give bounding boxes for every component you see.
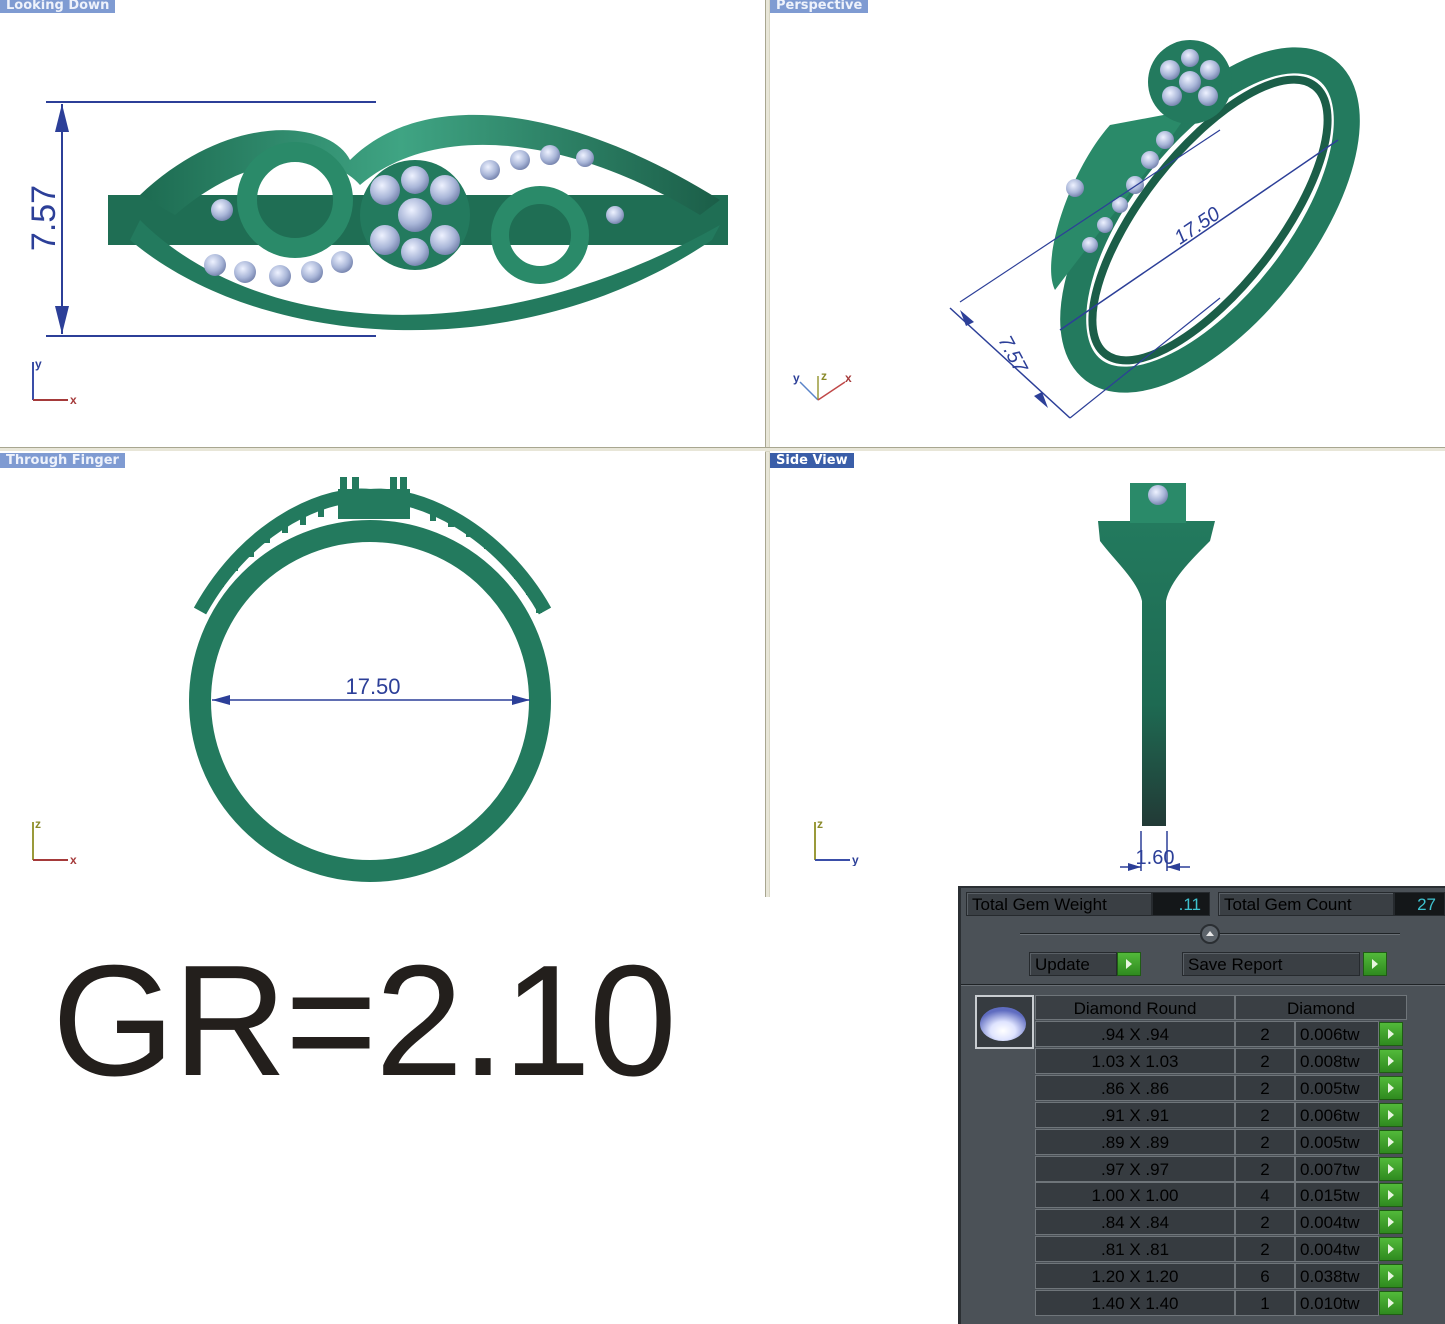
- viewport-looking-down[interactable]: Looking Down 7.57 y x: [0, 0, 765, 447]
- update-label[interactable]: Update: [1029, 952, 1117, 976]
- row-go-button[interactable]: [1379, 1156, 1403, 1181]
- gem-size: .94 X .94: [1035, 1021, 1235, 1047]
- row-go-button[interactable]: [1379, 1264, 1403, 1289]
- row-go-button[interactable]: [1379, 1102, 1403, 1127]
- svg-text:x: x: [70, 853, 77, 866]
- gem-weight: 0.006tw: [1295, 1021, 1379, 1047]
- row-go-button[interactable]: [1379, 1129, 1403, 1154]
- gem-count: 2: [1235, 1074, 1295, 1101]
- total-gem-count-label: Total Gem Count: [1218, 892, 1394, 916]
- gem-count: 2: [1235, 1209, 1295, 1236]
- total-gem-weight-label: Total Gem Weight: [966, 892, 1152, 916]
- svg-text:z: z: [817, 817, 823, 831]
- gem-count: 6: [1235, 1263, 1295, 1290]
- gem-count: 2: [1235, 1155, 1295, 1182]
- row-go-button[interactable]: [1379, 1237, 1403, 1262]
- dimension-label-length: 17.50: [1170, 203, 1224, 249]
- gem-size: .91 X .91: [1035, 1101, 1235, 1128]
- row-go-button[interactable]: [1379, 1048, 1403, 1073]
- gem-weight: 0.015tw: [1295, 1182, 1379, 1209]
- gr-label: GR=2.10: [52, 933, 677, 1109]
- panel-separator: [961, 984, 1445, 986]
- gem-count: 2: [1235, 1236, 1295, 1263]
- total-gem-weight-value: .11: [1152, 892, 1210, 916]
- gem-weight: 0.005tw: [1295, 1074, 1379, 1101]
- row-go-button[interactable]: [1379, 1022, 1403, 1046]
- viewport-through-finger[interactable]: Through Finger 17.50 z x: [0, 451, 765, 897]
- round-diamond-icon[interactable]: [975, 995, 1034, 1049]
- gem-count: 2: [1235, 1047, 1295, 1074]
- update-button[interactable]: [1117, 952, 1141, 976]
- axis-indicator: y z x: [790, 366, 852, 416]
- dimension-label: 17.50: [345, 674, 400, 699]
- gem-weight: 0.006tw: [1295, 1101, 1379, 1128]
- gem-size: 1.40 X 1.40: [1035, 1290, 1235, 1316]
- svg-text:z: z: [821, 369, 827, 383]
- svg-text:y: y: [35, 357, 42, 371]
- svg-text:x: x: [70, 393, 77, 406]
- gem-weight: 0.005tw: [1295, 1128, 1379, 1155]
- gem-weight: 0.004tw: [1295, 1209, 1379, 1236]
- viewport-side-view[interactable]: Side View 1.60 z y: [770, 451, 1445, 897]
- column-header-stone: Diamond: [1235, 995, 1407, 1020]
- gem-size: 1.20 X 1.20: [1035, 1263, 1235, 1290]
- dimension-label: 7.57: [25, 185, 63, 251]
- gem-size: .81 X .81: [1035, 1236, 1235, 1263]
- save-report-label[interactable]: Save Report: [1182, 952, 1360, 976]
- gem-count: 2: [1235, 1128, 1295, 1155]
- gem-size: 1.03 X 1.03: [1035, 1047, 1235, 1074]
- dimension-label: 1.60: [1136, 847, 1175, 869]
- gem-count: 4: [1235, 1182, 1295, 1209]
- svg-text:y: y: [852, 853, 859, 866]
- ring-side-view: 1.60: [1098, 483, 1215, 871]
- ring-perspective-view: 17.50 7.57: [949, 40, 1360, 419]
- gem-weight: 0.038tw: [1295, 1263, 1379, 1290]
- viewport-perspective[interactable]: Perspective 17.50 7.57 y z x: [770, 0, 1445, 447]
- gem-weight: 0.008tw: [1295, 1047, 1379, 1074]
- gem-weight: 0.004tw: [1295, 1236, 1379, 1263]
- gem-size: .89 X .89: [1035, 1128, 1235, 1155]
- gem-size: .84 X .84: [1035, 1209, 1235, 1236]
- gem-weight: 0.007tw: [1295, 1155, 1379, 1182]
- gem-size: 1.00 X 1.00: [1035, 1182, 1235, 1209]
- row-go-button[interactable]: [1379, 1291, 1403, 1315]
- svg-text:y: y: [793, 371, 800, 385]
- gem-count: 2: [1235, 1021, 1295, 1047]
- dimension-label-width: 7.57: [994, 332, 1032, 377]
- gem-size: .86 X .86: [1035, 1074, 1235, 1101]
- ring-front-view: 17.50: [189, 477, 552, 882]
- axis-indicator: y x: [28, 356, 88, 407]
- row-go-button[interactable]: [1379, 1183, 1403, 1208]
- gem-size: .97 X .97: [1035, 1155, 1235, 1182]
- chevron-up-icon[interactable]: [1200, 924, 1220, 944]
- ring-top-view: 7.57: [25, 101, 728, 337]
- total-gem-count-value: 27: [1394, 892, 1445, 916]
- axis-indicator: z x: [28, 816, 88, 867]
- column-header-shape: Diamond Round: [1035, 995, 1235, 1020]
- svg-text:x: x: [845, 371, 852, 385]
- gem-count: 1: [1235, 1290, 1295, 1316]
- gem-count: 2: [1235, 1101, 1295, 1128]
- gem-weight: 0.010tw: [1295, 1290, 1379, 1316]
- axis-indicator: z y: [810, 816, 870, 867]
- row-go-button[interactable]: [1379, 1075, 1403, 1100]
- row-go-button[interactable]: [1379, 1210, 1403, 1235]
- svg-text:z: z: [35, 817, 41, 831]
- save-report-button[interactable]: [1363, 952, 1387, 976]
